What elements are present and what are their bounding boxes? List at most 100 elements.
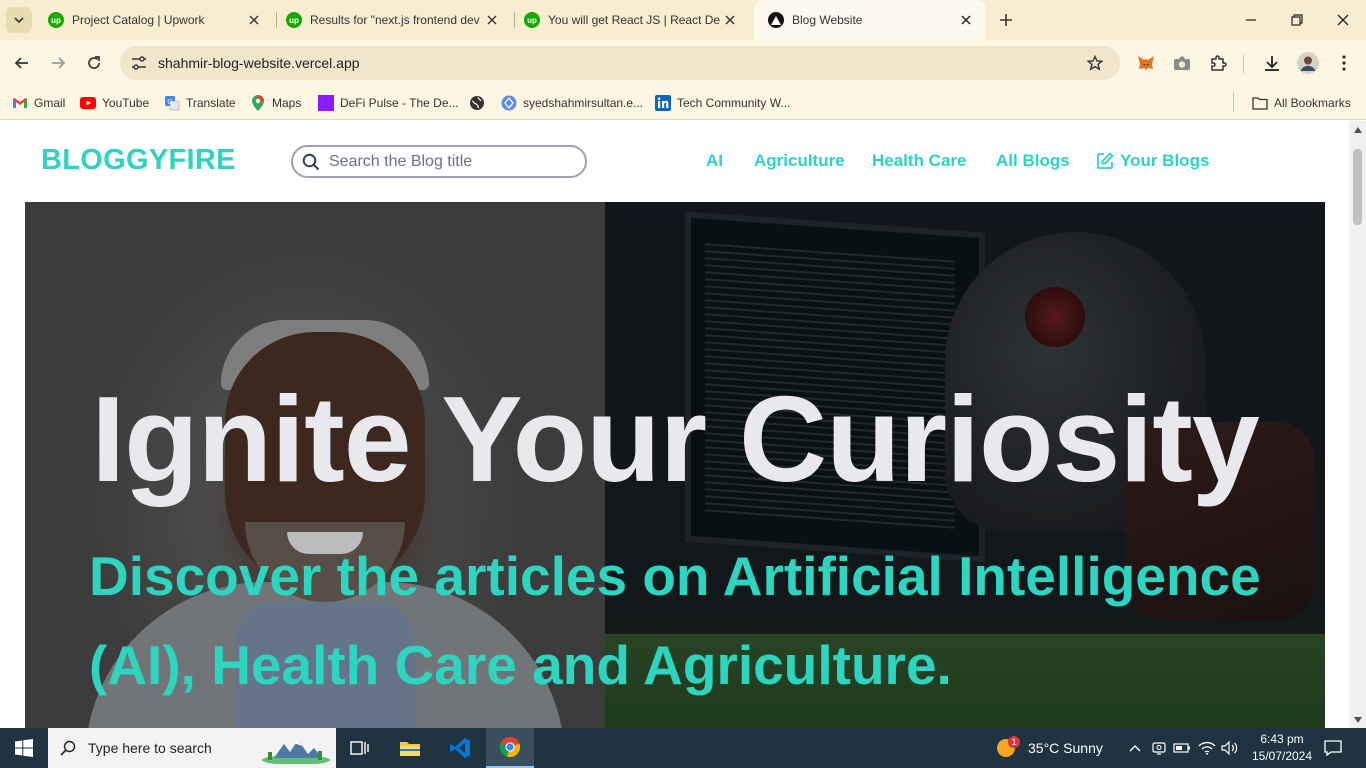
notifications-icon[interactable] <box>1323 738 1343 758</box>
scrollbar-thumb[interactable] <box>1353 149 1362 225</box>
bookmark-maps[interactable]: Maps <box>250 92 301 114</box>
folder-icon <box>400 742 420 756</box>
site-header: BLOGGYFIRE AI Agriculture Health Care Al… <box>0 121 1349 202</box>
back-button[interactable] <box>8 49 36 77</box>
all-bookmarks-button[interactable]: All Bookmarks <box>1252 92 1351 114</box>
tab-title: Results for "next.js frontend dev <box>310 13 480 27</box>
tab-title: Blog Website <box>792 13 863 27</box>
site-info-icon[interactable] <box>122 56 156 70</box>
tab-project-catalog[interactable]: up Project Catalog | Upwork <box>34 0 274 40</box>
chrome-icon <box>499 736 521 758</box>
bookmark-label: DeFi Pulse - The De... <box>340 96 459 110</box>
upwork-icon: up <box>48 12 64 28</box>
restore-icon <box>1291 14 1303 26</box>
show-hidden-icons-button[interactable] <box>1125 738 1145 758</box>
weather-text[interactable]: 35°C Sunny <box>1028 740 1103 756</box>
new-tab-button[interactable] <box>994 8 1018 32</box>
bookmark-globe[interactable] <box>469 92 491 114</box>
svg-text:G: G <box>167 98 172 106</box>
tab-results[interactable]: up Results for "next.js frontend dev <box>272 0 512 40</box>
arrow-right-icon <box>52 57 66 69</box>
vercel-icon <box>768 12 784 28</box>
search-highlight-icon <box>262 740 330 764</box>
defi-icon <box>318 95 334 111</box>
profile-avatar[interactable] <box>1296 51 1320 75</box>
nav-agriculture[interactable]: Agriculture <box>754 151 845 171</box>
bookmark-translate[interactable]: G Translate <box>164 92 236 114</box>
vscode-app[interactable] <box>436 728 484 768</box>
nav-ai[interactable]: AI <box>706 151 723 171</box>
close-icon <box>1337 14 1349 26</box>
bookmark-syedshahmirsultan[interactable]: syedshahmirsultan.e... <box>501 92 643 114</box>
network-icon[interactable] <box>1197 738 1217 758</box>
forward-button[interactable] <box>44 49 72 77</box>
battery-icon[interactable] <box>1172 738 1192 758</box>
search-icon <box>293 153 329 171</box>
taskbar-search[interactable]: Type here to search <box>48 728 336 768</box>
minimize-icon <box>1246 19 1256 21</box>
bookmark-label: YouTube <box>102 96 150 110</box>
metamask-icon[interactable] <box>1134 51 1158 75</box>
volume-icon[interactable] <box>1220 738 1240 758</box>
toolbar-divider <box>1243 55 1244 73</box>
blog-search-input[interactable] <box>329 152 569 171</box>
tab-title: Project Catalog | Upwork <box>72 13 205 27</box>
tab-search-button[interactable] <box>6 7 32 33</box>
bookmark-label: All Bookmarks <box>1274 96 1351 110</box>
task-view-button[interactable] <box>336 728 384 768</box>
tab-react-dev[interactable]: up You will get React JS | React Dev <box>510 0 750 40</box>
chevron-down-icon <box>14 17 24 24</box>
blog-search-box <box>291 145 587 178</box>
maps-icon <box>250 95 266 111</box>
close-tab-icon[interactable] <box>244 10 264 30</box>
tab-blog-website[interactable]: Blog Website <box>754 0 986 40</box>
nav-health-care[interactable]: Health Care <box>872 151 966 171</box>
site-logo[interactable]: BLOGGYFIRE <box>41 144 236 177</box>
globe-icon <box>469 95 485 111</box>
meet-now-icon[interactable] <box>1149 738 1169 758</box>
bookmarks-divider <box>1233 92 1234 112</box>
clock-time[interactable]: 6:43 pm <box>1250 732 1314 746</box>
gmail-icon <box>12 95 28 111</box>
youtube-icon <box>80 95 96 111</box>
file-explorer-app[interactable] <box>386 728 434 768</box>
scroll-up-icon[interactable] <box>1353 125 1362 134</box>
bookmark-label: Gmail <box>34 96 66 110</box>
close-tab-icon[interactable] <box>720 10 740 30</box>
close-tab-icon[interactable] <box>956 10 976 30</box>
plus-icon <box>1000 14 1012 26</box>
extensions-icon[interactable] <box>1206 51 1230 75</box>
close-window-button[interactable] <box>1320 0 1366 40</box>
menu-kebab-icon[interactable] <box>1332 51 1356 75</box>
download-icon[interactable] <box>1260 51 1284 75</box>
hero-title: Ignite Your Curiosity <box>91 371 1260 507</box>
nav-all-blogs[interactable]: All Blogs <box>996 151 1070 171</box>
bookmark-gmail[interactable]: Gmail <box>12 92 65 114</box>
scroll-down-icon[interactable] <box>1353 715 1362 724</box>
reload-button[interactable] <box>80 49 108 77</box>
restore-button[interactable] <box>1274 0 1320 40</box>
bookmark-label: Translate <box>186 96 236 110</box>
upwork-icon: up <box>524 12 540 28</box>
vscode-icon <box>450 738 470 758</box>
browser-toolbar: shahmir-blog-website.vercel.app <box>0 40 1366 86</box>
linkedin-icon <box>655 95 671 111</box>
bookmark-defi-pulse[interactable]: DeFi Pulse - The De... <box>318 92 459 114</box>
bookmark-tech-community[interactable]: Tech Community W... <box>655 92 790 114</box>
clock-date[interactable]: 15/07/2024 <box>1248 749 1316 763</box>
weather-badge: 1 <box>1008 736 1020 748</box>
bookmark-label: syedshahmirsultan.e... <box>523 96 644 110</box>
close-tab-icon[interactable] <box>482 10 502 30</box>
tab-strip: up Project Catalog | Upwork up Results f… <box>0 0 1366 40</box>
minimize-button[interactable] <box>1228 0 1274 40</box>
camera-icon[interactable] <box>1170 51 1194 75</box>
start-button[interactable] <box>0 728 48 768</box>
nav-your-blogs[interactable]: Your Blogs <box>1096 151 1209 171</box>
chrome-app[interactable] <box>486 728 534 768</box>
taskbar-search-text: Type here to search <box>88 740 212 756</box>
bookmark-youtube[interactable]: YouTube <box>80 92 149 114</box>
bookmark-star-icon[interactable] <box>1078 55 1112 71</box>
address-bar[interactable]: shahmir-blog-website.vercel.app <box>120 46 1120 80</box>
page-scrollbar[interactable] <box>1349 121 1366 728</box>
task-view-icon <box>350 741 369 755</box>
